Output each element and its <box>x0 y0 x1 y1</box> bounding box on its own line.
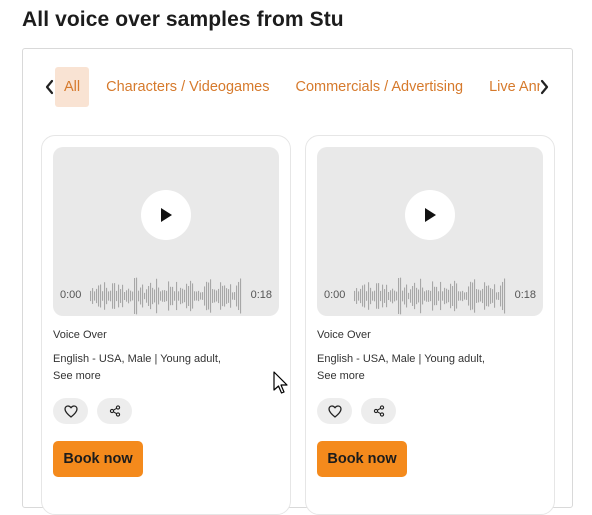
tabs-viewport: All Characters / Videogames Commercials … <box>55 67 540 107</box>
category-tabs: All Characters / Videogames Commercials … <box>23 67 572 109</box>
share-icon <box>373 405 384 417</box>
card-description: English - USA, Male | Young adult, <box>53 353 221 365</box>
waveform[interactable] <box>354 273 506 319</box>
card-title: Voice Over <box>53 329 107 341</box>
like-button[interactable] <box>317 398 352 424</box>
waveform[interactable] <box>90 273 242 319</box>
see-more-link[interactable]: See more <box>53 370 101 382</box>
tab-all[interactable]: All <box>55 67 90 107</box>
like-button[interactable] <box>53 398 88 424</box>
play-button[interactable] <box>405 190 455 240</box>
heart-icon <box>63 404 78 418</box>
share-icon <box>109 405 120 417</box>
play-button[interactable] <box>141 190 191 240</box>
samples-panel: All Characters / Videogames Commercials … <box>22 48 573 515</box>
start-time: 0:00 <box>60 289 82 301</box>
play-icon <box>161 208 172 222</box>
sample-card: 0:00 0:18 Voice Over English - USA, Male… <box>41 135 291 515</box>
share-button[interactable] <box>97 398 132 424</box>
chevron-right-icon[interactable] <box>537 76 551 98</box>
audio-player: 0:00 0:18 <box>317 147 543 316</box>
end-time: 0:18 <box>250 289 272 301</box>
tab-characters-videogames[interactable]: Characters / Videogames <box>97 67 278 107</box>
see-more-link[interactable]: See more <box>317 370 365 382</box>
sample-card: 0:00 0:18 Voice Over English - USA, Male… <box>305 135 555 515</box>
page-title: All voice over samples from Stu <box>22 8 344 31</box>
card-description: English - USA, Male | Young adult, <box>317 353 485 365</box>
tab-commercials-advertising[interactable]: Commercials / Advertising <box>286 67 472 107</box>
card-title: Voice Over <box>317 329 371 341</box>
audio-player: 0:00 0:18 <box>53 147 279 316</box>
start-time: 0:00 <box>324 289 346 301</box>
book-now-button[interactable]: Book now <box>53 441 143 477</box>
end-time: 0:18 <box>514 289 536 301</box>
heart-icon <box>327 404 342 418</box>
share-button[interactable] <box>361 398 396 424</box>
book-now-button[interactable]: Book now <box>317 441 407 477</box>
tab-live-announcer[interactable]: Live Announcer <box>480 67 540 107</box>
mouse-cursor-icon <box>273 371 288 394</box>
play-icon <box>425 208 436 222</box>
